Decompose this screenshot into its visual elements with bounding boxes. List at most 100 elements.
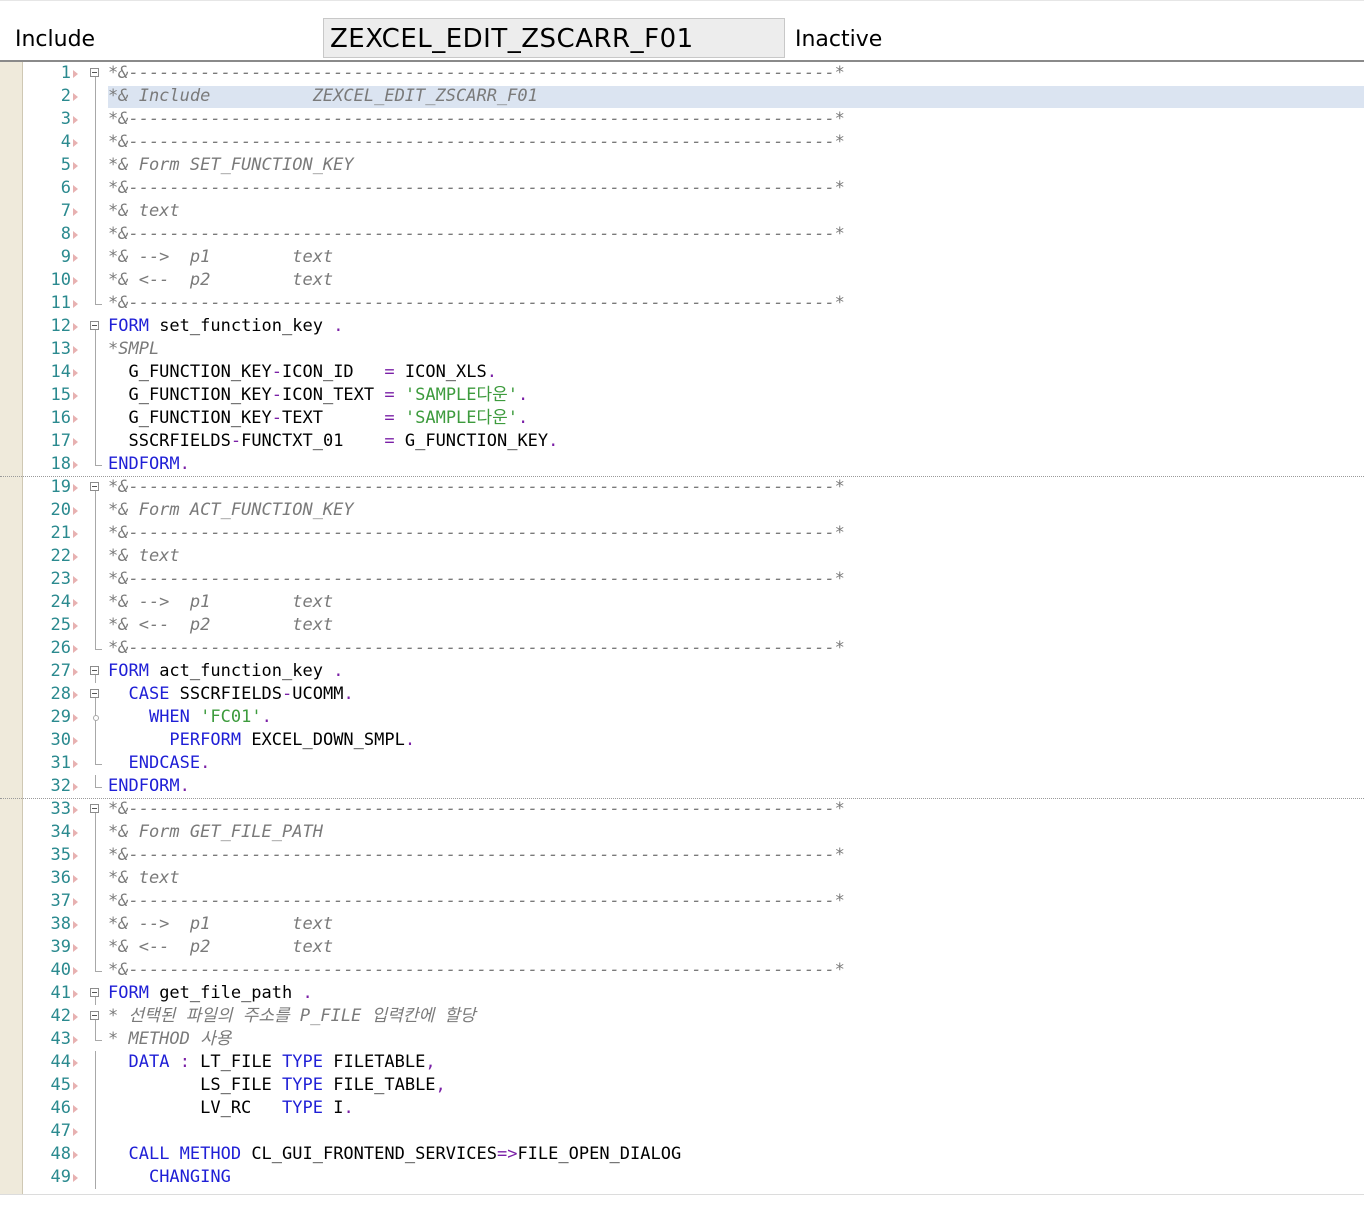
line-marker-icon xyxy=(73,231,78,239)
line-number: 1 xyxy=(60,63,71,83)
include-name-field[interactable]: ZEXCEL_EDIT_ZSCARR_F01 xyxy=(323,18,785,58)
fold-guide xyxy=(95,867,96,890)
code-comment: *&--------------------------------------… xyxy=(108,844,845,867)
code-line[interactable]: 47 xyxy=(0,1120,1364,1143)
code-token: *&--------------------------------------… xyxy=(108,178,845,198)
collapse-icon[interactable] xyxy=(90,68,99,77)
abap-code-editor[interactable]: 1 *&-------------------------------------… xyxy=(0,60,1364,1196)
line-marker-icon xyxy=(73,1151,78,1159)
operator-token: . xyxy=(179,454,190,474)
code-line[interactable]: 24 *& --> p1 text xyxy=(0,591,1364,614)
line-number: 33 xyxy=(50,799,71,819)
code-comment: *& <-- p2 text xyxy=(108,614,333,637)
code-statement: SSCRFIELDS-FUNCTXT_01 = G_FUNCTION_KEY. xyxy=(108,430,558,453)
code-comment: *&--------------------------------------… xyxy=(108,890,845,913)
code-line[interactable]: 3 *&-------------------------------------… xyxy=(0,108,1364,131)
code-line[interactable]: 23 *&------------------------------------… xyxy=(0,568,1364,591)
code-line[interactable]: 10 *& <-- p2 text xyxy=(0,269,1364,292)
code-statement: ENDFORM. xyxy=(108,453,190,476)
code-line[interactable]: 14 G_FUNCTION_KEY-ICON_ID = ICON_XLS. xyxy=(0,361,1364,384)
code-line[interactable]: 46 LV_RC TYPE I. xyxy=(0,1097,1364,1120)
code-token: *&--------------------------------------… xyxy=(108,638,845,658)
code-line[interactable]: 16 G_FUNCTION_KEY-TEXT = 'SAMPLE다운'. xyxy=(0,407,1364,430)
code-line[interactable]: 34 *& Form GET_FILE_PATH xyxy=(0,821,1364,844)
code-comment: *& --> p1 text xyxy=(108,913,333,936)
collapse-icon[interactable] xyxy=(90,988,99,997)
code-line[interactable]: 5 *& Form SET_FUNCTION_KEY xyxy=(0,154,1364,177)
code-line[interactable]: 35 *&------------------------------------… xyxy=(0,844,1364,867)
code-token: *& text xyxy=(108,546,180,566)
line-number: 2 xyxy=(60,86,71,106)
code-line[interactable]: 13 *SMPL xyxy=(0,338,1364,361)
fold-end-guide xyxy=(95,775,102,788)
code-line[interactable]: 28 CASE SSCRFIELDS-UCOMM. xyxy=(0,683,1364,706)
line-marker-icon xyxy=(73,254,78,262)
line-number: 28 xyxy=(50,684,71,704)
code-line[interactable]: 33 *&------------------------------------… xyxy=(0,798,1364,821)
collapse-icon[interactable] xyxy=(90,666,99,675)
code-line[interactable]: 9 *& --> p1 text xyxy=(0,246,1364,269)
operator-token: , xyxy=(425,1052,436,1072)
collapse-icon[interactable] xyxy=(90,482,99,491)
code-line[interactable]: 43 * METHOD 사용 xyxy=(0,1028,1364,1051)
code-line[interactable]: 25 *& <-- p2 text xyxy=(0,614,1364,637)
code-statement: WHEN 'FC01'. xyxy=(108,706,272,729)
collapse-icon[interactable] xyxy=(90,321,99,330)
code-line[interactable]: 7 *& text xyxy=(0,200,1364,223)
line-number: 35 xyxy=(50,845,71,865)
line-number: 16 xyxy=(50,408,71,428)
code-statement: G_FUNCTION_KEY-TEXT = 'SAMPLE다운'. xyxy=(108,407,528,430)
operator-token: . xyxy=(261,707,272,727)
code-line[interactable]: 21 *&------------------------------------… xyxy=(0,522,1364,545)
code-line[interactable]: 48 CALL METHOD CL_GUI_FRONTEND_SERVICES=… xyxy=(0,1143,1364,1166)
code-line[interactable]: 6 *&-------------------------------------… xyxy=(0,177,1364,200)
code-line[interactable]: 15 G_FUNCTION_KEY-ICON_TEXT = 'SAMPLE다운'… xyxy=(0,384,1364,407)
code-line[interactable]: 40 *&------------------------------------… xyxy=(0,959,1364,982)
code-line[interactable]: 45 LS_FILE TYPE FILE_TABLE, xyxy=(0,1074,1364,1097)
line-number: 38 xyxy=(50,914,71,934)
line-marker-icon xyxy=(73,507,78,515)
code-line[interactable]: 8 *&-------------------------------------… xyxy=(0,223,1364,246)
code-line[interactable]: 44 DATA : LT_FILE TYPE FILETABLE, xyxy=(0,1051,1364,1074)
code-line[interactable]: 20 *& Form ACT_FUNCTION_KEY xyxy=(0,499,1364,522)
code-line[interactable]: 11 *&------------------------------------… xyxy=(0,292,1364,315)
code-line[interactable]: 22 *& text xyxy=(0,545,1364,568)
collapse-icon[interactable] xyxy=(90,804,99,813)
code-statement: FORM set_function_key . xyxy=(108,315,343,338)
code-line[interactable]: 37 *&------------------------------------… xyxy=(0,890,1364,913)
code-line[interactable]: 27 FORM act_function_key . xyxy=(0,660,1364,683)
code-line[interactable]: 19 *&------------------------------------… xyxy=(0,476,1364,499)
activation-status: Inactive xyxy=(795,27,883,52)
line-number: 49 xyxy=(50,1167,71,1187)
code-line[interactable]: 18 ENDFORM. xyxy=(0,453,1364,477)
code-line[interactable]: 36 *& text xyxy=(0,867,1364,890)
code-line[interactable]: 38 *& --> p1 text xyxy=(0,913,1364,936)
code-line[interactable]: 39 *& <-- p2 text xyxy=(0,936,1364,959)
operator-token: : xyxy=(179,1052,190,1072)
collapse-icon[interactable] xyxy=(90,689,99,698)
code-line[interactable]: 26 *&------------------------------------… xyxy=(0,637,1364,660)
code-line[interactable]: 29 WHEN 'FC01'. xyxy=(0,706,1364,729)
code-line[interactable]: 42 * 선택된 파일의 주소를 P_FILE 입력칸에 할당 xyxy=(0,1005,1364,1028)
fold-guide xyxy=(95,936,96,959)
code-line[interactable]: 2 *& Include ZEXCEL_EDIT_ZSCARR_F01 xyxy=(0,85,1364,108)
code-line[interactable]: 31 ENDCASE. xyxy=(0,752,1364,775)
collapse-icon[interactable] xyxy=(90,1011,99,1020)
code-line[interactable]: 17 SSCRFIELDS-FUNCTXT_01 = G_FUNCTION_KE… xyxy=(0,430,1364,453)
code-statement: LS_FILE TYPE FILE_TABLE, xyxy=(108,1074,446,1097)
fold-guide xyxy=(95,338,96,361)
fold-end-guide xyxy=(95,1028,102,1041)
code-line[interactable]: 49 CHANGING xyxy=(0,1166,1364,1189)
code-line[interactable]: 41 FORM get_file_path . xyxy=(0,982,1364,1005)
code-line[interactable]: 32 ENDFORM. xyxy=(0,775,1364,799)
code-line[interactable]: 30 PERFORM EXCEL_DOWN_SMPL. xyxy=(0,729,1364,752)
line-number: 46 xyxy=(50,1098,71,1118)
fold-guide xyxy=(95,1097,96,1120)
code-comment: *SMPL xyxy=(108,338,159,361)
code-line[interactable]: 4 *&-------------------------------------… xyxy=(0,131,1364,154)
line-marker-icon xyxy=(73,691,78,699)
code-line[interactable]: 12 FORM set_function_key . xyxy=(0,315,1364,338)
code-statement: G_FUNCTION_KEY-ICON_TEXT = 'SAMPLE다운'. xyxy=(108,384,528,407)
code-line[interactable]: 1 *&-------------------------------------… xyxy=(0,62,1364,85)
